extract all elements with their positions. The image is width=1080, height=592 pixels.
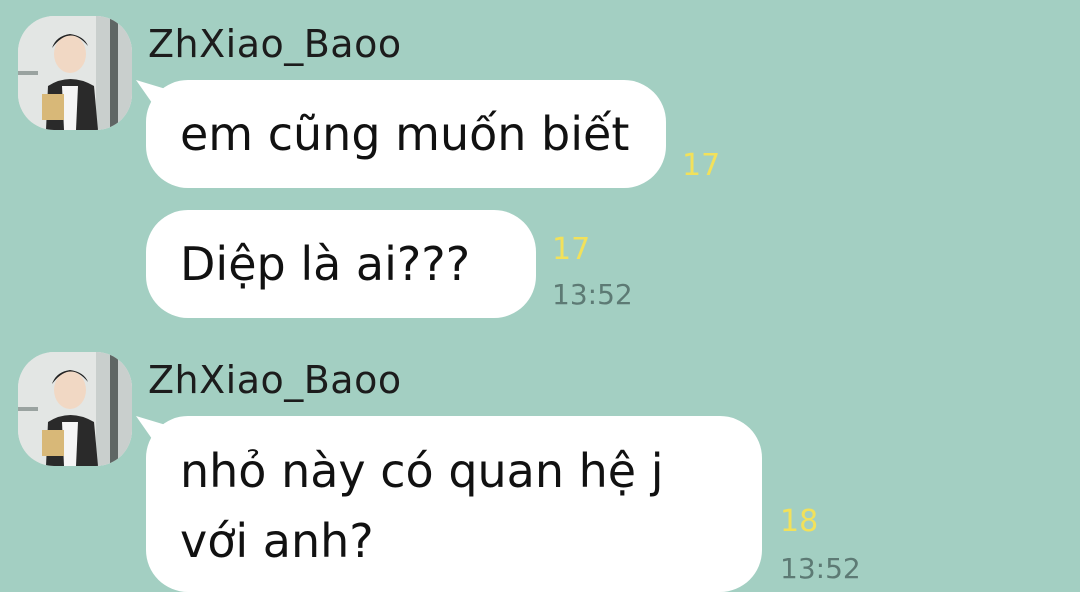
message-text-line: nhỏ này có quan hệ j [180,444,664,498]
sender-avatar[interactable] [18,352,132,466]
chat-view: ZhXiao_Baoo em cũng muốn biết 17 Diệp là… [0,0,1080,592]
message-text-line: với anh? [180,514,374,568]
message-bubble[interactable]: nhỏ này có quan hệ j với anh? [146,416,762,592]
read-count: 17 [682,148,721,183]
message-bubble[interactable]: em cũng muốn biết [146,80,666,188]
message-time: 13:52 [780,552,861,585]
message-text: Diệp là ai??? [180,237,471,291]
message-bubble[interactable]: Diệp là ai??? [146,210,536,318]
avatar-photo-icon [18,16,132,130]
read-count: 18 [780,504,819,539]
sender-name[interactable]: ZhXiao_Baoo [148,358,402,402]
sender-name[interactable]: ZhXiao_Baoo [148,22,402,66]
message-time: 13:52 [552,278,633,311]
message-text: em cũng muốn biết [180,107,630,161]
read-count: 17 [552,232,591,267]
sender-avatar[interactable] [18,16,132,130]
avatar-photo-icon [18,352,132,466]
